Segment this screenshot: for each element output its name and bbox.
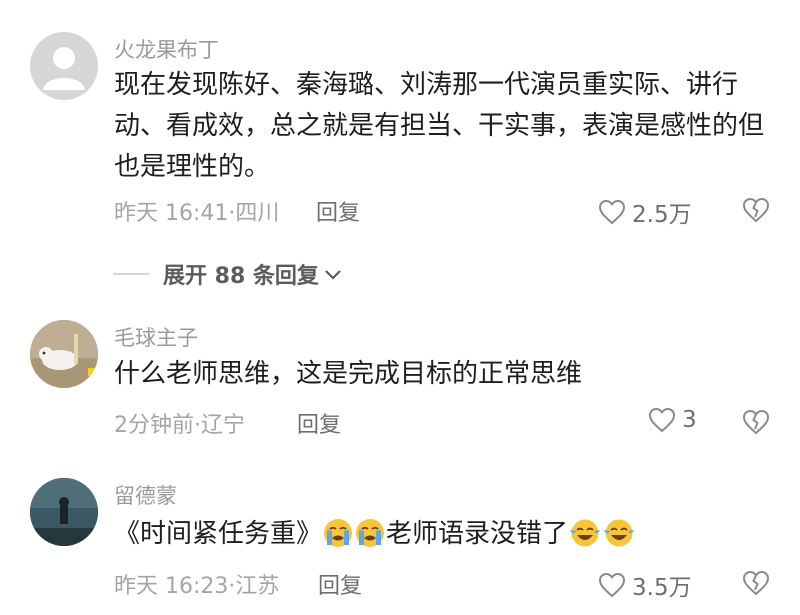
person-photo-avatar: [30, 478, 98, 546]
tears-of-joy-emoji: [604, 519, 635, 547]
dislike-button[interactable]: [742, 570, 770, 596]
comment-meta: 2分钟前·辽宁: [114, 413, 245, 438]
cat-photo-avatar: [30, 320, 98, 388]
avatar[interactable]: [30, 478, 98, 546]
reply-button[interactable]: 回复: [316, 195, 360, 227]
comment-text: 什么老师思维，这是完成目标的正常思维: [114, 359, 583, 389]
username[interactable]: 留德蒙: [114, 480, 177, 510]
expand-replies-button[interactable]: 展开 88 条回复: [113, 258, 343, 290]
like-button[interactable]: 3.5万: [598, 568, 692, 602]
comment-meta: 昨天 16:23·江苏: [114, 574, 280, 599]
comment-text-part: 老师语录没错了: [386, 519, 569, 549]
expand-replies-label: 展开 88 条回复: [163, 264, 319, 289]
dislike-button[interactable]: [742, 409, 770, 435]
like-count: 2.5万: [632, 202, 692, 228]
broken-heart-icon: [742, 197, 770, 223]
chevron-down-icon: [325, 270, 341, 280]
like-button[interactable]: 2.5万: [598, 195, 692, 229]
avatar[interactable]: [30, 32, 98, 100]
like-count: 3: [682, 407, 697, 433]
like-count: 3.5万: [632, 575, 692, 601]
reply-button[interactable]: 回复: [297, 407, 341, 439]
like-button[interactable]: 3: [648, 407, 697, 433]
comment-text: 现在发现陈好、秦海璐、刘涛那一代演员重实际、讲行动、看成效，总之就是有担当、干实…: [114, 70, 765, 182]
comment-item: 毛球主子 什么老师思维，这是完成目标的正常思维 2分钟前·辽宁 回复 3: [0, 300, 800, 450]
username[interactable]: 火龙果布丁: [114, 34, 219, 64]
heart-outline-icon: [648, 407, 676, 433]
comment-item: 火龙果布丁 现在发现陈好、秦海璐、刘涛那一代演员重实际、讲行动、看成效，总之就是…: [0, 0, 800, 250]
loudly-crying-face-emoji: [324, 519, 353, 547]
comment-text-part: 《时间紧任务重》: [114, 519, 323, 549]
heart-outline-icon: [598, 199, 626, 225]
comment-item: 留德蒙 《时间紧任务重》 老师语录没错了 昨天 16:23·江苏 回复 3.5万: [0, 460, 800, 615]
avatar[interactable]: [30, 320, 98, 388]
loudly-crying-face-emoji: [356, 519, 385, 547]
divider-line: [113, 273, 149, 275]
reply-button[interactable]: 回复: [318, 568, 362, 600]
tears-of-joy-emoji: [570, 519, 601, 547]
comment-meta: 昨天 16:41·四川: [114, 201, 280, 226]
dislike-button[interactable]: [742, 197, 770, 223]
broken-heart-icon: [742, 409, 770, 435]
heart-outline-icon: [598, 572, 626, 598]
broken-heart-icon: [742, 570, 770, 596]
default-avatar-icon: [43, 47, 85, 90]
comment-text: 《时间紧任务重》 老师语录没错了: [114, 514, 764, 555]
username[interactable]: 毛球主子: [114, 322, 198, 352]
